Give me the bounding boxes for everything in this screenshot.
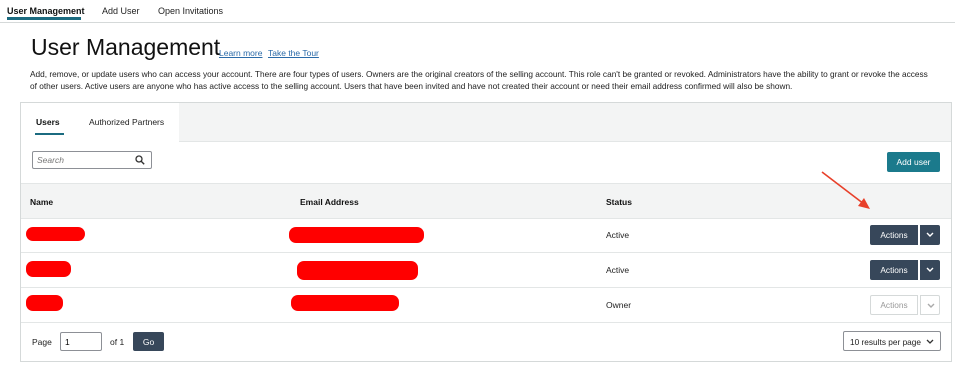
tab-authorized-partners[interactable]: Authorized Partners [89,117,164,127]
page-number-input[interactable] [60,332,102,351]
column-header-status: Status [606,197,632,207]
chevron-down-icon [926,232,934,237]
page-label: Page [32,337,52,347]
actions-dropdown-button[interactable] [920,295,940,315]
actions-dropdown-button[interactable] [920,260,940,280]
page-title: User Management [31,34,221,60]
results-per-page-value: 10 results per page [850,337,922,347]
chevron-down-icon [927,303,935,308]
table-row: Owner Actions [21,288,951,323]
actions-button[interactable]: Actions [870,295,918,315]
actions-split-button: Actions [870,295,940,315]
actions-button[interactable]: Actions [870,260,918,280]
chevron-down-icon [926,267,934,272]
take-tour-link[interactable]: Take the Tour [268,48,319,58]
top-nav: User Management Add User Open Invitation… [0,0,955,23]
redacted-name [26,295,63,311]
search-box [32,151,152,169]
results-per-page-select[interactable]: 10 results per page [843,331,941,351]
tab-active-indicator [35,133,64,135]
actions-split-button: Actions [870,260,940,280]
status-text: Active [606,230,630,240]
subtab-bar [179,103,951,142]
redacted-name [26,227,85,241]
add-user-button[interactable]: Add user [887,152,940,172]
top-tab-add-user[interactable]: Add User [102,6,140,16]
users-panel: Users Authorized Partners Add user Name … [20,102,952,362]
table-header: Name Email Address Status [21,183,951,219]
redacted-email [289,227,424,243]
search-input[interactable] [37,154,132,166]
top-tab-active-indicator [7,17,81,20]
search-icon[interactable] [135,155,145,165]
actions-dropdown-button[interactable] [920,225,940,245]
redacted-email [291,295,399,311]
tab-users[interactable]: Users [36,117,60,127]
status-text: Owner [606,300,632,310]
chevron-down-icon [926,339,934,344]
learn-more-link[interactable]: Learn more [219,48,262,58]
redacted-email [297,261,418,280]
actions-split-button: Actions [870,225,940,245]
table-row: Active Actions [21,218,951,253]
table-row: Active Actions [21,253,951,288]
redacted-name [26,261,71,277]
page-count-label: of 1 [110,337,125,347]
actions-button[interactable]: Actions [870,225,918,245]
red-arrow-icon [821,171,870,209]
page-description: Add, remove, or update users who can acc… [30,69,928,91]
top-tab-open-invitations[interactable]: Open Invitations [158,6,223,16]
status-text: Active [606,265,630,275]
go-button[interactable]: Go [133,332,164,351]
column-header-email: Email Address [300,197,359,207]
column-header-name: Name [30,197,54,207]
top-tab-user-management[interactable]: User Management [7,6,85,16]
